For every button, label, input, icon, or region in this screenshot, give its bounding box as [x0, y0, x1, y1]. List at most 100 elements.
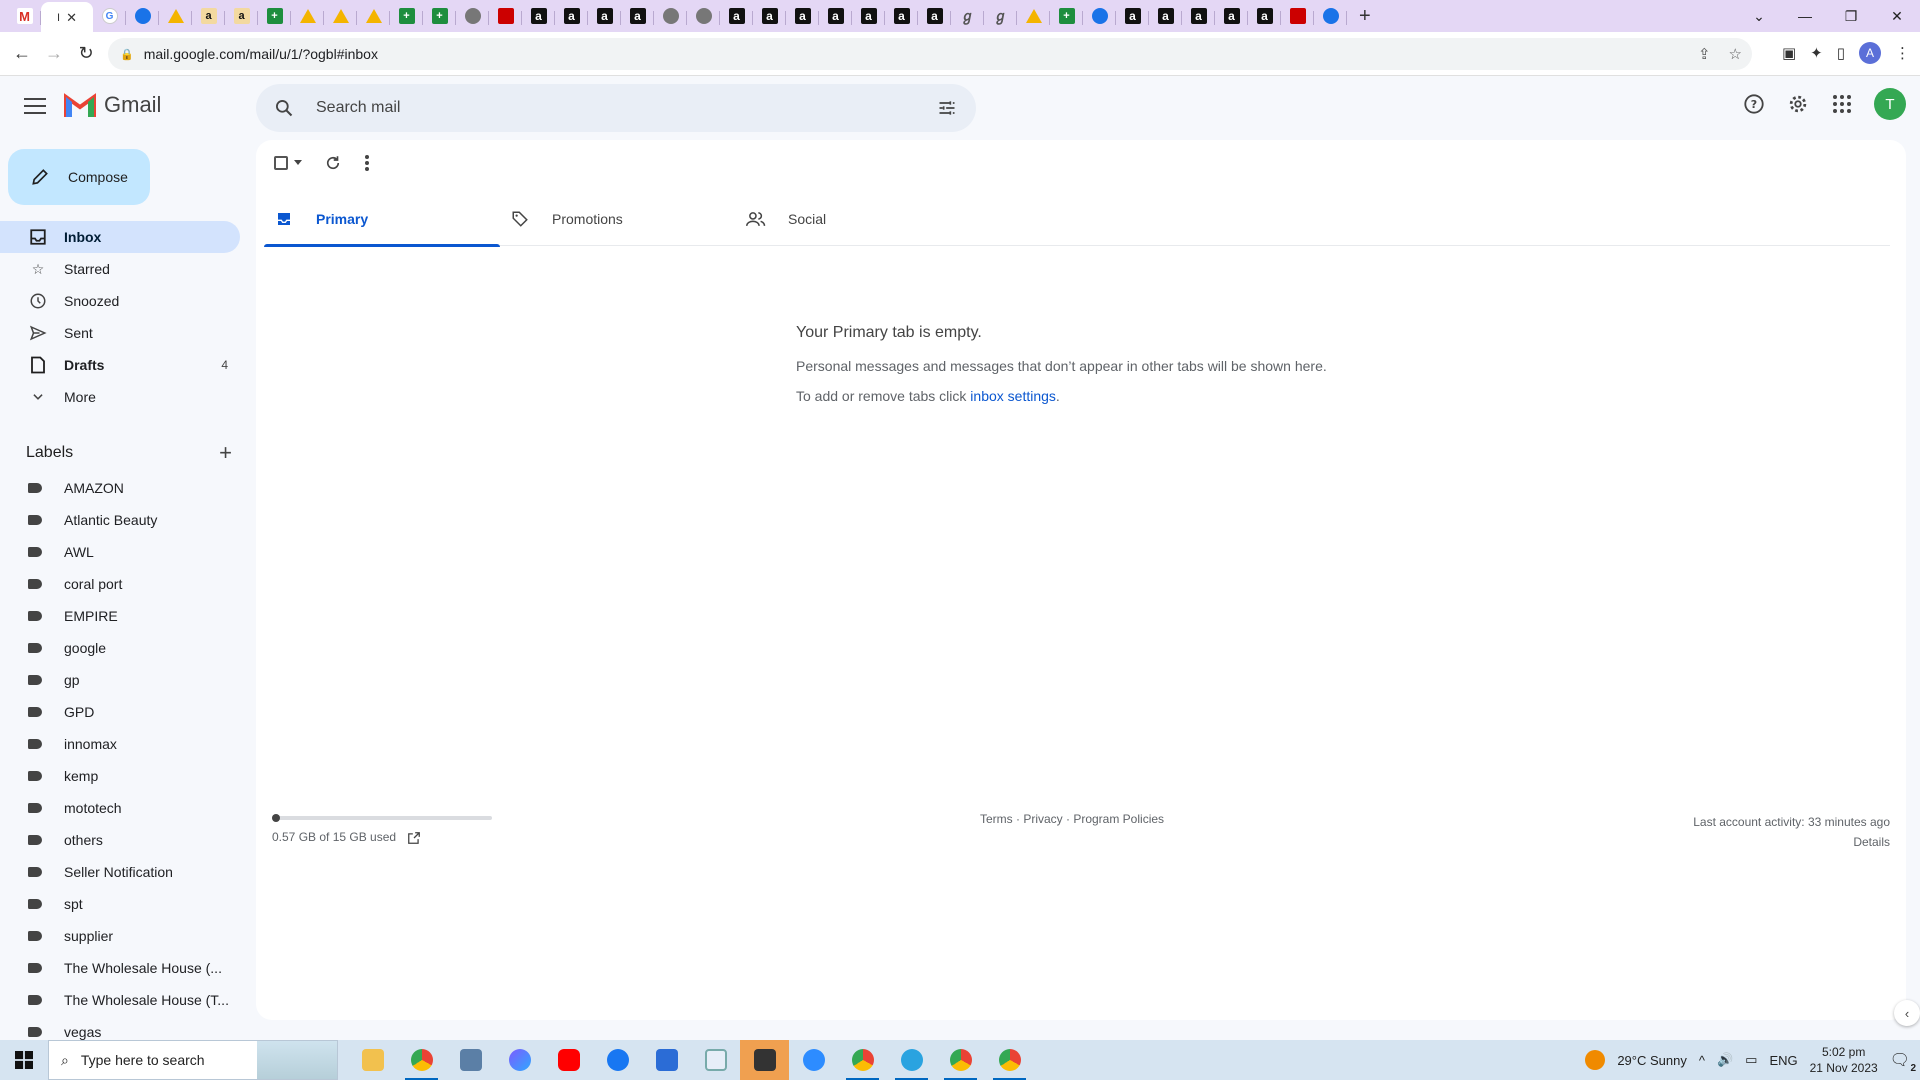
browser-tab[interactable] — [1314, 2, 1347, 30]
copilot-icon[interactable] — [495, 1040, 544, 1080]
details-link[interactable]: Details — [1693, 832, 1890, 852]
label-item[interactable]: gp — [0, 664, 240, 696]
create-label-plus-icon[interactable]: + — [219, 440, 232, 466]
browser-tab[interactable]: a — [753, 2, 786, 30]
browser-tab[interactable]: ℊ — [984, 2, 1017, 30]
label-item[interactable]: google — [0, 632, 240, 664]
chrome-profile-icon[interactable] — [838, 1040, 887, 1080]
browser-tab[interactable] — [324, 2, 357, 30]
tab-search-chevron-icon[interactable]: ⌄ — [1736, 8, 1782, 25]
settings-gear-icon[interactable] — [1786, 92, 1810, 116]
refresh-icon[interactable] — [324, 154, 342, 172]
label-item[interactable]: Seller Notification — [0, 856, 240, 888]
label-item[interactable]: spt — [0, 888, 240, 920]
browser-tab[interactable] — [1281, 2, 1314, 30]
volume-icon[interactable]: 🔊 — [1717, 1052, 1733, 1068]
tab-social[interactable]: Social — [736, 192, 972, 246]
label-item[interactable]: AWL — [0, 536, 240, 568]
browser-tab[interactable]: a — [720, 2, 753, 30]
browser-tab[interactable]: a — [1116, 2, 1149, 30]
browser-tab[interactable]: M — [8, 2, 41, 30]
compose-button[interactable]: Compose — [8, 149, 150, 205]
bookmark-star-icon[interactable]: ☆ — [1729, 45, 1742, 63]
browser-tab[interactable] — [1083, 2, 1116, 30]
browser-tab[interactable]: G — [93, 2, 126, 30]
browser-tab[interactable] — [1017, 2, 1050, 30]
sticky-notes-icon[interactable] — [740, 1040, 789, 1080]
language-indicator[interactable]: ENG — [1769, 1053, 1797, 1068]
browser-tab[interactable]: a — [918, 2, 951, 30]
close-icon[interactable]: ✕ — [66, 10, 77, 26]
label-item[interactable]: The Wholesale House (... — [0, 952, 240, 984]
sidebar-item-starred[interactable]: ☆ Starred — [0, 253, 240, 285]
taskbar-search[interactable]: ⌕ Type here to search — [48, 1040, 338, 1080]
browser-tab[interactable] — [159, 2, 192, 30]
windows-start-icon[interactable] — [0, 1051, 48, 1069]
extensions-puzzle-icon[interactable]: ✦ — [1810, 44, 1823, 62]
label-item[interactable]: AMAZON — [0, 472, 240, 504]
sidebar-item-more[interactable]: More — [0, 381, 240, 413]
browser-tab[interactable] — [126, 2, 159, 30]
extension-off-icon[interactable]: ▣ — [1782, 44, 1796, 62]
browser-tab[interactable] — [687, 2, 720, 30]
gmail-logo[interactable]: Gmail — [64, 92, 161, 118]
browser-tab[interactable] — [489, 2, 522, 30]
search-input[interactable]: Search mail — [256, 84, 976, 132]
youtube-icon[interactable] — [544, 1040, 593, 1080]
chrome-icon[interactable] — [397, 1040, 446, 1080]
chrome-profile-icon[interactable] — [936, 1040, 985, 1080]
apps-grid-icon[interactable] — [1830, 92, 1854, 116]
label-item[interactable]: innomax — [0, 728, 240, 760]
open-external-icon[interactable] — [407, 831, 421, 845]
account-avatar[interactable]: T — [1874, 88, 1906, 120]
back-arrow-icon[interactable]: ← — [6, 43, 38, 64]
weather-text[interactable]: 29°C Sunny — [1617, 1053, 1687, 1068]
restore-icon[interactable]: ❐ — [1828, 8, 1874, 25]
network-icon[interactable]: ▭ — [1745, 1052, 1757, 1068]
label-item[interactable]: supplier — [0, 920, 240, 952]
forward-arrow-icon[interactable]: → — [38, 43, 70, 64]
window-close-icon[interactable]: ✕ — [1874, 8, 1920, 25]
side-panel-toggle-icon[interactable]: ‹ — [1894, 1000, 1920, 1026]
browser-tab-active[interactable]: I ✕ — [41, 2, 93, 34]
calculator-icon[interactable] — [446, 1040, 495, 1080]
label-item[interactable]: coral port — [0, 568, 240, 600]
tab-promotions[interactable]: Promotions — [500, 192, 736, 246]
browser-tab[interactable]: a — [885, 2, 918, 30]
footer-links[interactable]: Terms · Privacy · Program Policies — [980, 812, 1164, 826]
sidebar-item-drafts[interactable]: Drafts 4 — [0, 349, 240, 381]
store-icon[interactable] — [642, 1040, 691, 1080]
browser-tab[interactable]: a — [588, 2, 621, 30]
snipping-tool-icon[interactable] — [691, 1040, 740, 1080]
sidebar-item-snoozed[interactable]: Snoozed — [0, 285, 240, 317]
label-item[interactable]: others — [0, 824, 240, 856]
file-explorer-icon[interactable] — [348, 1040, 397, 1080]
profile-avatar[interactable]: A — [1859, 42, 1881, 64]
browser-tab[interactable]: a — [555, 2, 588, 30]
browser-menu-icon[interactable]: ⋮ — [1895, 44, 1910, 62]
zoom-icon[interactable] — [789, 1040, 838, 1080]
sidebar-item-inbox[interactable]: Inbox — [0, 221, 240, 253]
browser-tab[interactable]: a — [225, 2, 258, 30]
inbox-settings-link[interactable]: inbox settings — [970, 388, 1056, 404]
label-item[interactable]: mototech — [0, 792, 240, 824]
browser-tab[interactable] — [456, 2, 489, 30]
browser-tab[interactable]: a — [1248, 2, 1281, 30]
search-icon[interactable] — [274, 98, 294, 118]
browser-tab[interactable]: + — [1050, 2, 1083, 30]
label-item[interactable]: Atlantic Beauty — [0, 504, 240, 536]
label-item[interactable]: EMPIRE — [0, 600, 240, 632]
browser-tab[interactable]: a — [1215, 2, 1248, 30]
taskbar-clock[interactable]: 5:02 pm 21 Nov 2023 — [1810, 1044, 1878, 1076]
browser-tab[interactable]: + — [390, 2, 423, 30]
show-hidden-icons-chevron-icon[interactable]: ^ — [1699, 1053, 1705, 1068]
label-item[interactable]: GPD — [0, 696, 240, 728]
reload-icon[interactable]: ↻ — [70, 43, 102, 64]
main-menu-icon[interactable] — [24, 98, 46, 119]
facebook-icon[interactable] — [593, 1040, 642, 1080]
browser-tab[interactable] — [654, 2, 687, 30]
label-item[interactable]: kemp — [0, 760, 240, 792]
browser-tab[interactable]: a — [819, 2, 852, 30]
chrome-profile-icon[interactable] — [985, 1040, 1034, 1080]
browser-tab[interactable]: ℊ — [951, 2, 984, 30]
